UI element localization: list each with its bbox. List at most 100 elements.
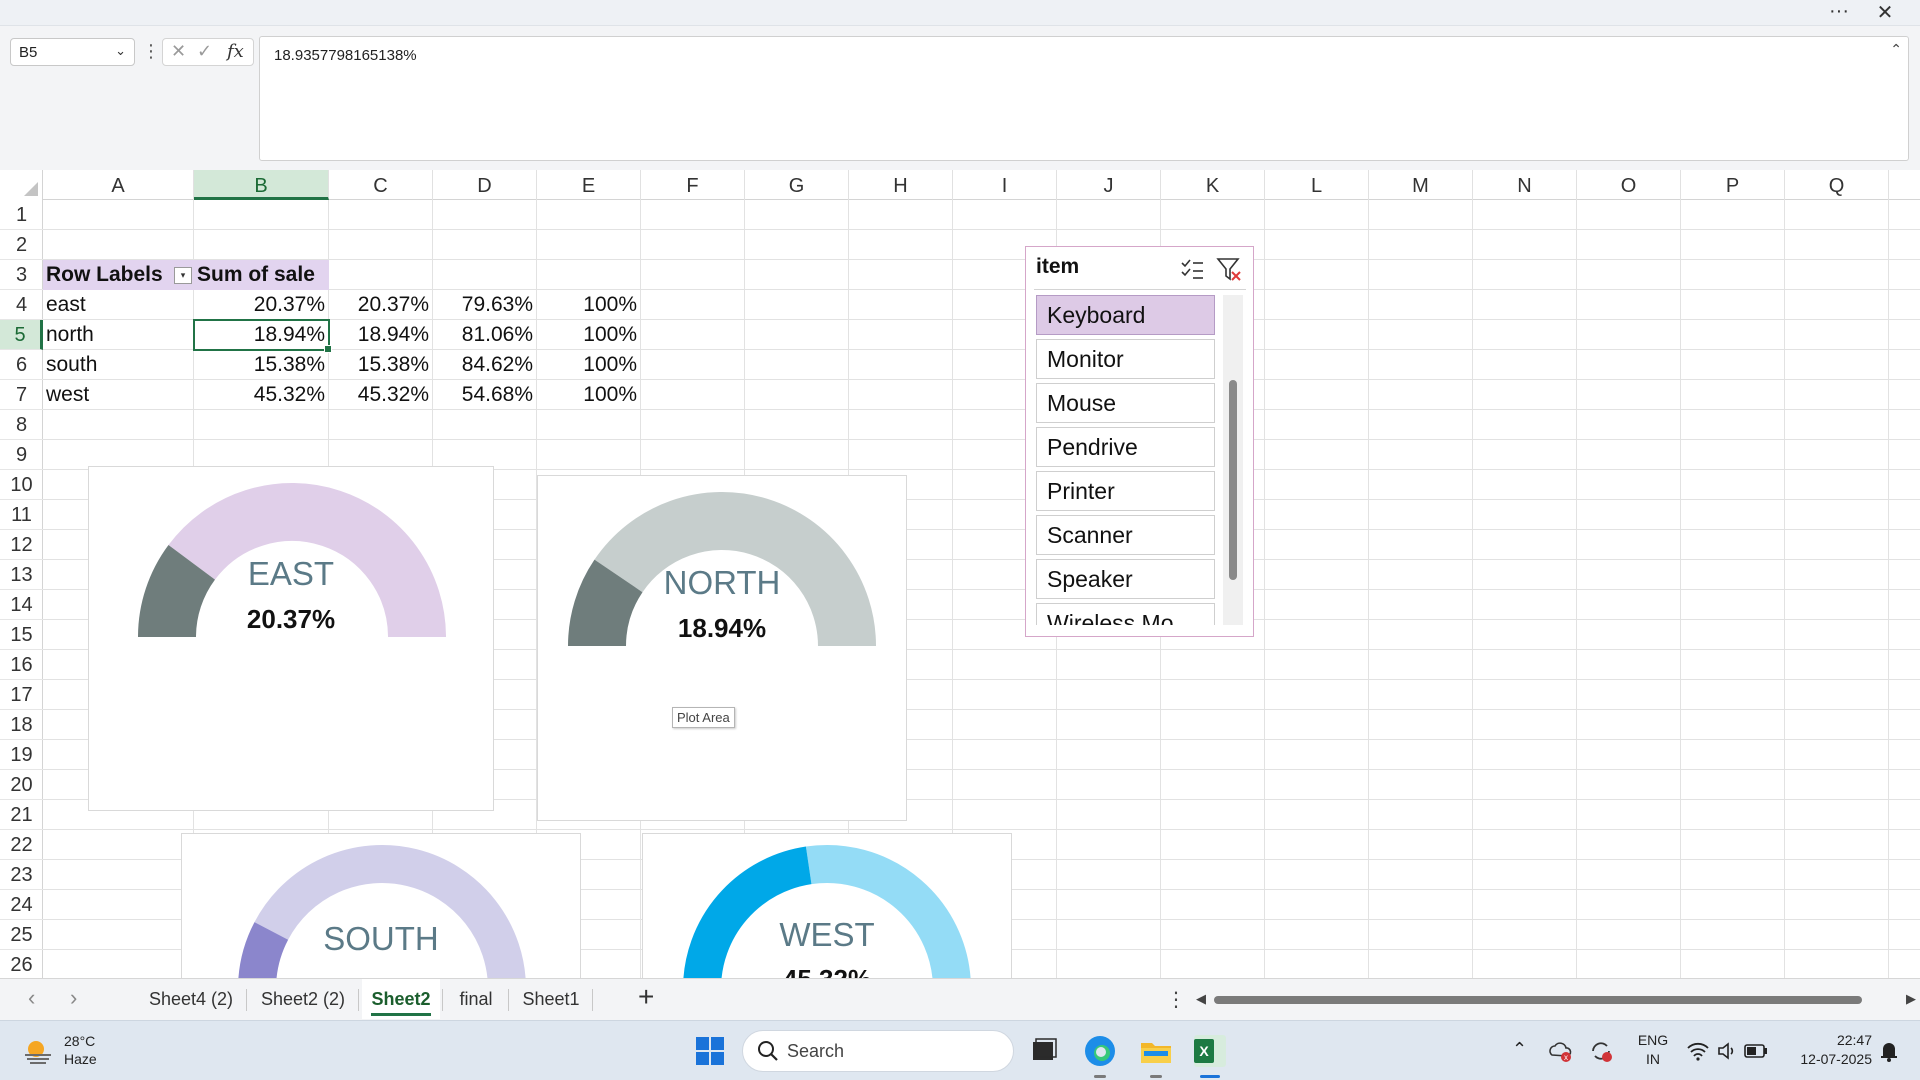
row-header-11[interactable]: 11 [0,500,43,530]
task-view-icon[interactable] [1024,1031,1064,1071]
column-header-l[interactable]: L [1265,170,1369,200]
sheet-tab-sheet1[interactable]: Sheet1 [512,979,590,1019]
clock[interactable]: 22:47 12-07-2025 [1782,1031,1872,1069]
weather-widget[interactable]: 28°C Haze [20,1029,160,1073]
pivot-cell-d[interactable]: 79.63% [433,290,537,320]
row-header-18[interactable]: 18 [0,710,43,740]
battery-icon[interactable] [1744,1042,1768,1060]
row-header-7[interactable]: 7 [0,380,43,410]
scroll-right-icon[interactable]: ▶ [1906,991,1916,1007]
pivot-cell-e[interactable]: 100% [537,290,641,320]
worksheet-grid[interactable]: ABCDEFGHIJKLMNOPQ 1 2 3 4 5 6 7 8 9 10 11 12 13 14 15 1… [0,170,1920,978]
edge-browser-icon[interactable] [1080,1031,1120,1071]
clear-filter-icon[interactable] [1215,255,1243,283]
name-box[interactable]: B5 ⌄ [10,38,135,66]
sheet-tab-final[interactable]: final [446,979,506,1019]
column-header-o[interactable]: O [1577,170,1681,200]
filter-dropdown-icon[interactable]: ▾ [174,267,192,284]
formula-input[interactable]: 18.9357798165138% ⌃ [259,36,1909,161]
row-header-4[interactable]: 4 [0,290,43,320]
row-header-12[interactable]: 12 [0,530,43,560]
taskbar-search[interactable]: Search [742,1030,1014,1072]
volume-icon[interactable] [1716,1040,1738,1062]
add-sheet-button[interactable]: + [638,981,654,1013]
wifi-icon[interactable] [1686,1040,1710,1062]
column-header-j[interactable]: J [1057,170,1161,200]
column-header-h[interactable]: H [849,170,953,200]
row-header-22[interactable]: 22 [0,830,43,860]
insert-function-icon[interactable]: fx [227,41,244,62]
pivot-cell-e[interactable]: 100% [537,350,641,380]
column-header-c[interactable]: C [329,170,433,200]
column-header-i[interactable]: I [953,170,1057,200]
chevron-down-icon[interactable]: ⌄ [115,43,126,59]
tab-options-icon[interactable]: ⋮ [1166,987,1186,1012]
horizontal-scrollbar[interactable]: ◀ ▶ [1196,991,1916,1009]
chart-west[interactable]: WEST 45.32% [642,833,1012,978]
pivot-cell-b[interactable]: 45.32% [194,380,329,410]
column-header-a[interactable]: A [43,170,194,200]
row-header-9[interactable]: 9 [0,440,43,470]
pivot-cell-d[interactable]: 81.06% [433,320,537,350]
column-header-b[interactable]: B [194,170,329,200]
pivot-header-row-labels[interactable]: Row Labels ▾ [43,260,194,290]
file-explorer-icon[interactable] [1136,1031,1176,1071]
slicer-item-pendrive[interactable]: Pendrive [1036,427,1215,467]
scroll-left-icon[interactable]: ◀ [1196,991,1206,1007]
row-header-25[interactable]: 25 [0,920,43,950]
multiselect-icon[interactable] [1178,255,1206,283]
column-header-k[interactable]: K [1161,170,1265,200]
sync-icon[interactable] [1588,1038,1614,1064]
excel-app-icon[interactable]: X [1190,1031,1230,1071]
chart-south[interactable]: SOUTH [181,833,581,978]
column-header-d[interactable]: D [433,170,537,200]
slicer-item-printer[interactable]: Printer [1036,471,1215,511]
pivot-cell-c[interactable]: 18.94% [329,320,433,350]
row-header-24[interactable]: 24 [0,890,43,920]
pivot-cell-c[interactable]: 15.38% [329,350,433,380]
pivot-row-label[interactable]: north [43,320,194,350]
row-header-19[interactable]: 19 [0,740,43,770]
chart-north[interactable]: NORTH 18.94% Plot Area [537,475,907,821]
cancel-icon[interactable]: ✕ [171,41,186,62]
item-slicer[interactable]: item Keyboard Monitor Mouse Pendrive Pri… [1025,246,1254,637]
slicer-item-monitor[interactable]: Monitor [1036,339,1215,379]
pivot-header-sum[interactable]: Sum of sale [194,260,329,290]
row-header-5[interactable]: 5 [0,320,43,350]
row-header-13[interactable]: 13 [0,560,43,590]
notification-bell-icon[interactable] [1876,1038,1902,1064]
language-indicator[interactable]: ENG IN [1636,1031,1670,1069]
column-header-q[interactable]: Q [1785,170,1889,200]
vertical-dots-icon[interactable]: ⋮ [142,38,160,66]
slicer-item-keyboard[interactable]: Keyboard [1036,295,1215,335]
row-header-21[interactable]: 21 [0,800,43,830]
row-header-3[interactable]: 3 [0,260,43,290]
row-header-20[interactable]: 20 [0,770,43,800]
slicer-item-wireless-mouse[interactable]: Wireless Mo [1036,603,1215,625]
onedrive-error-icon[interactable]: x [1547,1038,1573,1064]
more-options-icon[interactable]: ··· [1824,0,1854,26]
slicer-scrollbar[interactable] [1223,295,1243,625]
row-header-6[interactable]: 6 [0,350,43,380]
pivot-row-label[interactable]: west [43,380,194,410]
column-header-g[interactable]: G [745,170,849,200]
pivot-row-label[interactable]: south [43,350,194,380]
row-header-15[interactable]: 15 [0,620,43,650]
row-header-14[interactable]: 14 [0,590,43,620]
enter-check-icon[interactable]: ✓ [197,41,212,62]
row-header-10[interactable]: 10 [0,470,43,500]
collapse-formula-bar-icon[interactable]: ⌃ [1890,41,1902,58]
pivot-cell-d[interactable]: 54.68% [433,380,537,410]
row-header-23[interactable]: 23 [0,860,43,890]
pivot-cell-e[interactable]: 100% [537,380,641,410]
row-header-26[interactable]: 26 [0,950,43,978]
pivot-cell-b[interactable]: 20.37% [194,290,329,320]
slicer-item-scanner[interactable]: Scanner [1036,515,1215,555]
windows-start-icon[interactable] [690,1031,730,1071]
chevron-left-icon[interactable]: ‹ [28,985,35,1011]
row-header-2[interactable]: 2 [0,230,43,260]
row-header-16[interactable]: 16 [0,650,43,680]
column-header-p[interactable]: P [1681,170,1785,200]
horizontal-scroll-thumb[interactable] [1214,996,1862,1004]
sheet-tab-sheet2-2[interactable]: Sheet2 (2) [250,979,356,1019]
